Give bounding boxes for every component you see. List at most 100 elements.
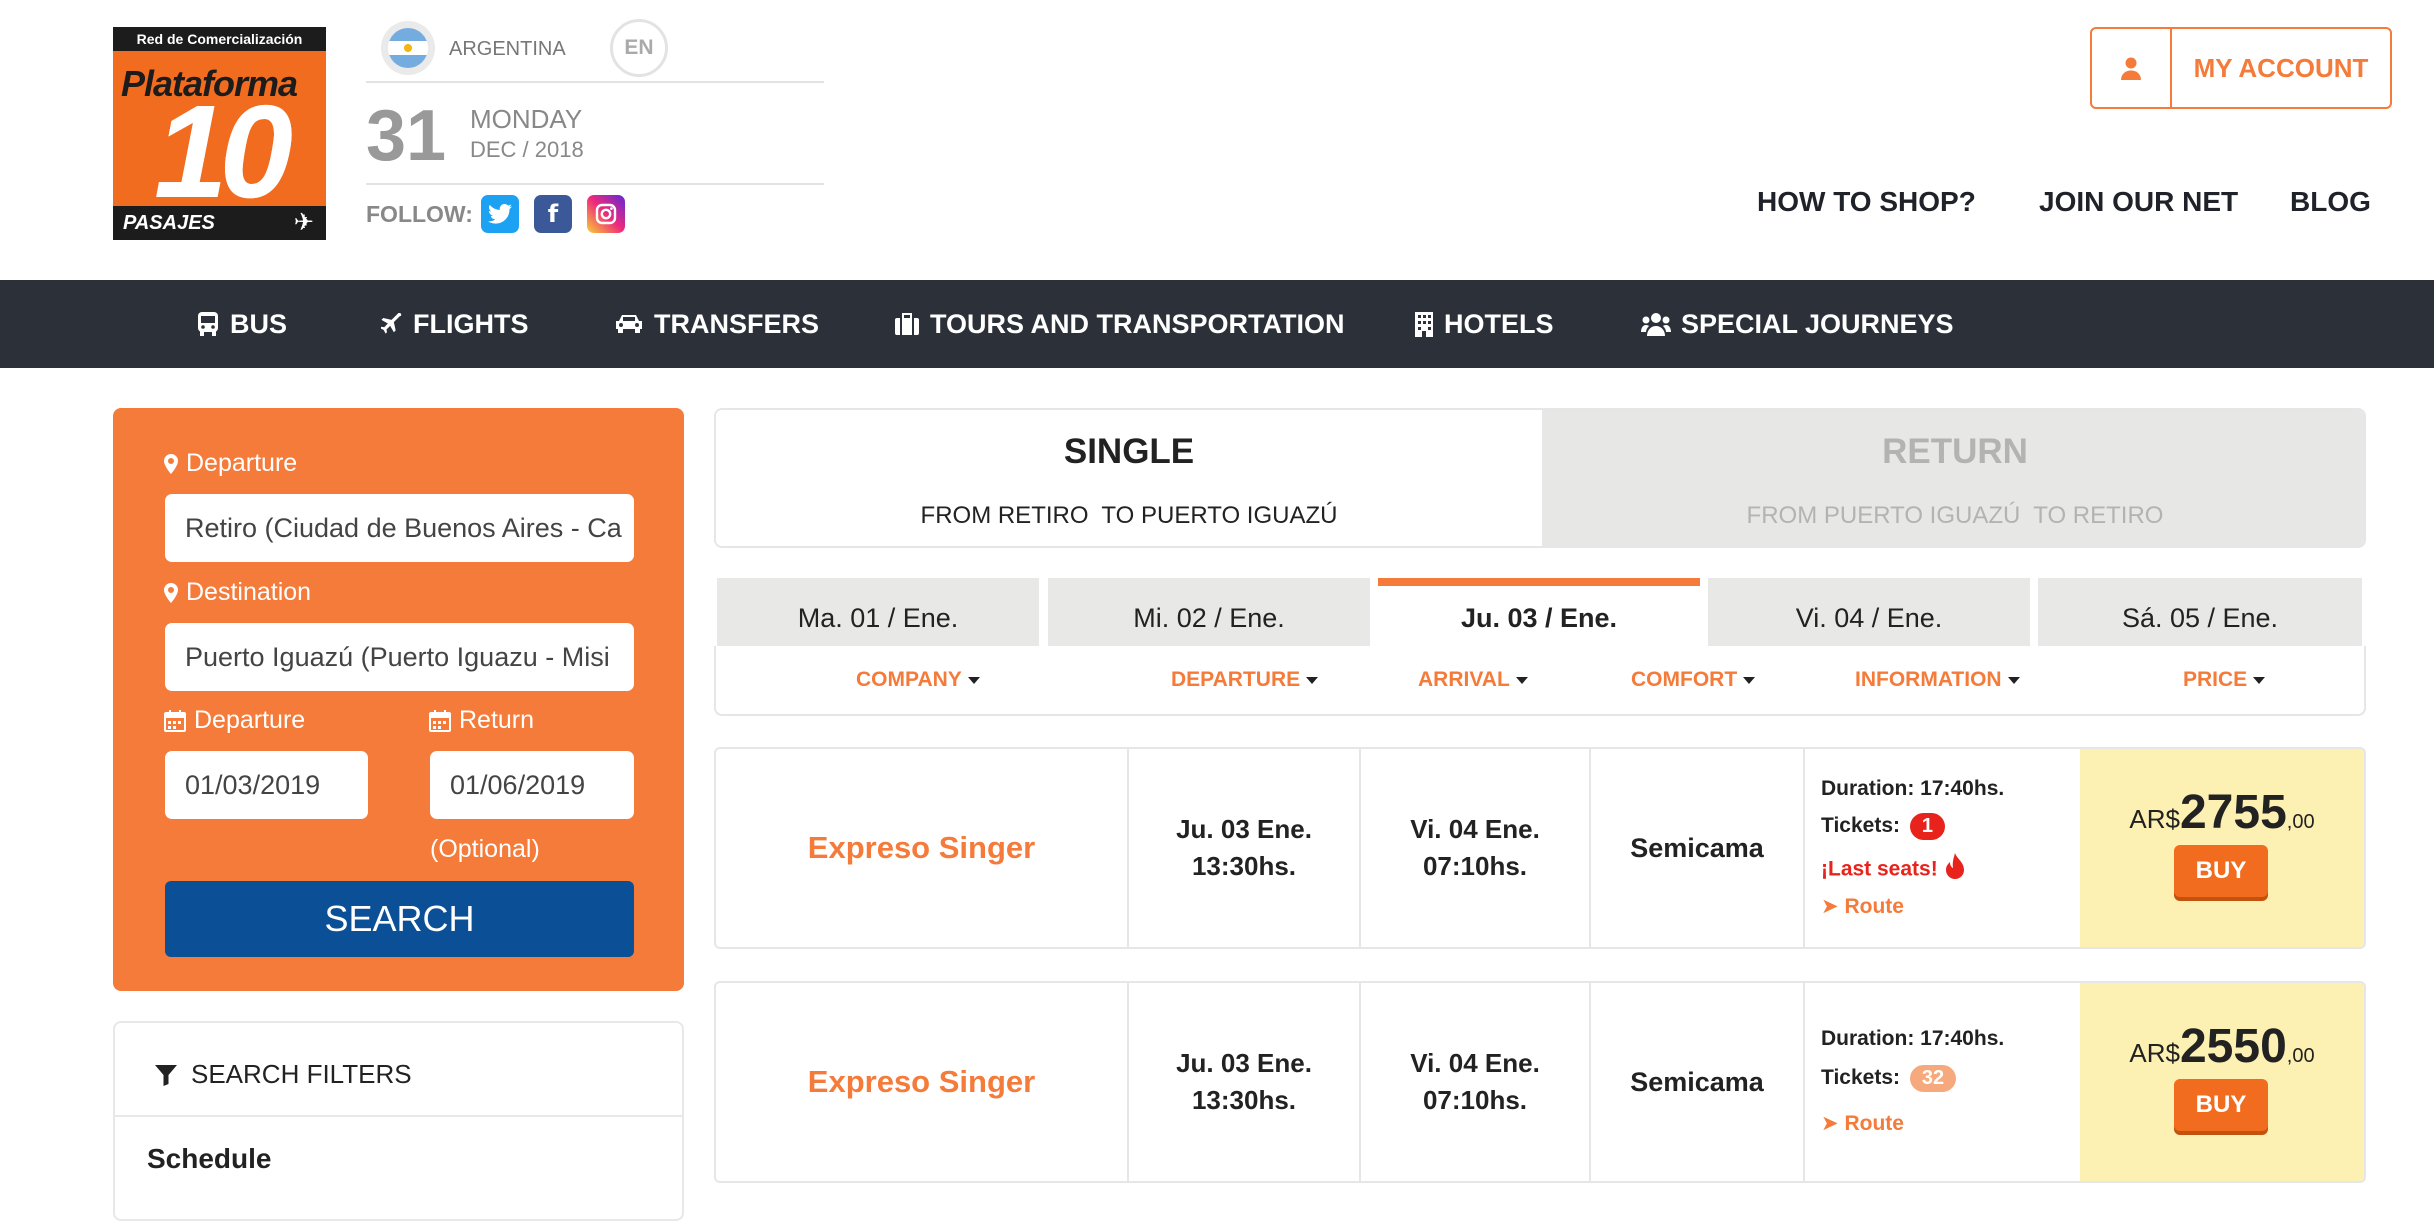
route-link[interactable]: ➤ Route — [1821, 1111, 1904, 1136]
duration-text: Duration: 17:40hs. — [1821, 1027, 2005, 1050]
fire-icon — [1944, 853, 1966, 887]
plane-icon — [381, 313, 402, 334]
plane-icon: ✈ — [293, 209, 314, 236]
comfort-type: Semicama — [1630, 1066, 1764, 1097]
nav-item-transfers[interactable]: TRANSFERS — [614, 280, 819, 368]
tab-single[interactable]: SINGLE FROM RETIRO TO PUERTO IGUAZÚ — [716, 410, 1542, 546]
user-icon — [2092, 29, 2172, 107]
instagram-icon[interactable] — [587, 195, 625, 233]
sort-company[interactable]: COMPANY — [856, 668, 980, 692]
schedule-filter-label[interactable]: Schedule — [147, 1143, 271, 1175]
date-tab-active[interactable]: Ju. 03 / Ene. — [1378, 578, 1700, 646]
nav-label: BUS — [230, 308, 288, 339]
divider — [366, 183, 824, 185]
link-blog[interactable]: BLOG — [2290, 186, 2371, 218]
building-icon — [1415, 312, 1433, 337]
nav-item-tours[interactable]: TOURS AND TRANSPORTATION — [894, 280, 1345, 368]
nav-label: HOTELS — [1444, 308, 1554, 339]
price-cell: AR$2755,00 BUY — [2080, 749, 2364, 947]
result-row[interactable]: Expreso Singer Ju. 03 Ene. 13:30hs. Vi. 0… — [714, 981, 2366, 1183]
duration-text: Duration: 17:40hs. — [1821, 777, 2005, 800]
date-tab[interactable]: Ma. 01 / Ene. — [717, 578, 1039, 646]
departure-day: Ju. 03 Ene. — [1176, 814, 1312, 844]
route-link[interactable]: ➤ Route — [1821, 894, 1904, 919]
comfort-type: Semicama — [1630, 832, 1764, 863]
link-how-to-shop[interactable]: HOW TO SHOP? — [1757, 186, 1976, 218]
date-departure-label: Departure — [164, 706, 305, 735]
nav-item-special-journeys[interactable]: SPECIAL JOURNEYS — [1641, 280, 1954, 368]
tickets-badge: 1 — [1909, 813, 1945, 840]
buy-button[interactable]: BUY — [2174, 1079, 2268, 1131]
country-label[interactable]: ARGENTINA — [449, 38, 566, 61]
tickets-line: Tickets: 1 — [1821, 813, 1945, 840]
result-row[interactable]: Expreso Singer Ju. 03 Ene. 13:30hs. Vi. 0… — [714, 747, 2366, 949]
logo-bottom: PASAJES ✈ — [113, 206, 326, 240]
search-button[interactable]: SEARCH — [165, 881, 634, 957]
destination-input[interactable]: Puerto Iguazú (Puerto Iguazu - Misi — [165, 623, 634, 691]
price-amount: AR$2755,00 — [2129, 786, 2315, 839]
date-day-number: 31 — [366, 96, 447, 176]
suitcase-icon — [895, 313, 919, 335]
facebook-icon[interactable]: f — [534, 195, 572, 233]
buy-button[interactable]: BUY — [2174, 845, 2268, 897]
departure-day: Ju. 03 Ene. — [1176, 1048, 1312, 1078]
nav-item-bus[interactable]: BUS — [196, 280, 287, 368]
date-tab[interactable]: Vi. 04 / Ene. — [1708, 578, 2030, 646]
argentina-flag-icon[interactable] — [381, 21, 435, 75]
language-selector[interactable]: EN — [610, 19, 668, 77]
nav-item-hotels[interactable]: HOTELS — [1414, 280, 1554, 368]
date-tab[interactable]: Sá. 05 / Ene. — [2038, 578, 2362, 646]
my-account-label: MY ACCOUNT — [2193, 52, 2369, 83]
info-cell: Duration: 17:40hs. Tickets: 32 ➤ Route — [1805, 983, 2065, 1181]
date-return-label: Return — [429, 706, 534, 735]
nav-item-flights[interactable]: FLIGHTS — [381, 280, 529, 368]
tickets-line: Tickets: 32 — [1821, 1065, 1957, 1092]
logo-top-text: Red de Comercialización — [113, 27, 326, 51]
divider — [115, 1115, 682, 1117]
departure-label: Departure — [164, 449, 297, 478]
nav-label: TRANSFERS — [654, 308, 820, 339]
date-departure-input[interactable]: 01/03/2019 — [165, 751, 368, 819]
departure-input[interactable]: Retiro (Ciudad de Buenos Aires - Ca — [165, 494, 634, 562]
twitter-icon[interactable] — [481, 195, 519, 233]
sort-arrival[interactable]: ARRIVAL — [1418, 668, 1528, 692]
calendar-icon — [164, 709, 186, 732]
search-filters-title: SEARCH FILTERS — [191, 1059, 412, 1089]
tab-single-route: FROM RETIRO TO PUERTO IGUAZÚ — [920, 502, 1338, 529]
tab-single-title: SINGLE — [1063, 432, 1195, 471]
company-name[interactable]: Expreso Singer — [808, 830, 1035, 866]
tab-return-title: RETURN — [1882, 432, 2028, 471]
sort-departure[interactable]: DEPARTURE — [1171, 668, 1318, 692]
company-name[interactable]: Expreso Singer — [808, 1064, 1035, 1100]
price-cell: AR$2550,00 BUY — [2080, 983, 2364, 1181]
tab-return[interactable]: RETURN FROM PUERTO IGUAZÚ TO RETIRO — [1542, 410, 2364, 546]
link-join-our-net[interactable]: JOIN OUR NET — [2039, 186, 2238, 218]
tickets-badge: 32 — [1909, 1065, 1957, 1092]
sort-price[interactable]: PRICE — [2183, 668, 2265, 692]
my-account-button[interactable]: MY ACCOUNT — [2090, 27, 2392, 109]
sort-information[interactable]: INFORMATION — [1855, 668, 2020, 692]
price-amount: AR$2550,00 — [2129, 1020, 2315, 1073]
arrival-day: Vi. 04 Ene. — [1410, 1048, 1540, 1078]
divider — [366, 81, 824, 83]
sort-comfort[interactable]: COMFORT — [1631, 668, 1755, 692]
departure-cell: Ju. 03 Ene. 13:30hs. — [1129, 749, 1359, 947]
date-month-year: DEC / 2018 — [470, 137, 584, 162]
date-tab[interactable]: Mi. 02 / Ene. — [1048, 578, 1370, 646]
map-marker-icon — [164, 582, 178, 603]
calendar-icon — [429, 709, 451, 732]
last-seats-warning: ¡Last seats! — [1821, 853, 1966, 887]
optional-label: (Optional) — [430, 835, 540, 863]
logo-bottom-text: PASAJES — [123, 212, 215, 234]
departure-time: 13:30hs. — [1191, 851, 1297, 881]
follow-label: FOLLOW: — [366, 201, 473, 227]
search-filters-header[interactable]: SEARCH FILTERS — [155, 1059, 412, 1090]
bus-icon — [198, 312, 218, 336]
logo-number: 10 — [154, 78, 293, 225]
nav-label: TOURS AND TRANSPORTATION — [930, 308, 1345, 339]
date-return-input[interactable]: 01/06/2019 — [430, 751, 634, 819]
site-logo[interactable]: Red de Comercialización Plataforma 10 PA… — [113, 27, 326, 240]
group-icon — [1641, 313, 1671, 336]
car-icon — [616, 315, 642, 333]
map-marker-icon — [164, 453, 178, 474]
